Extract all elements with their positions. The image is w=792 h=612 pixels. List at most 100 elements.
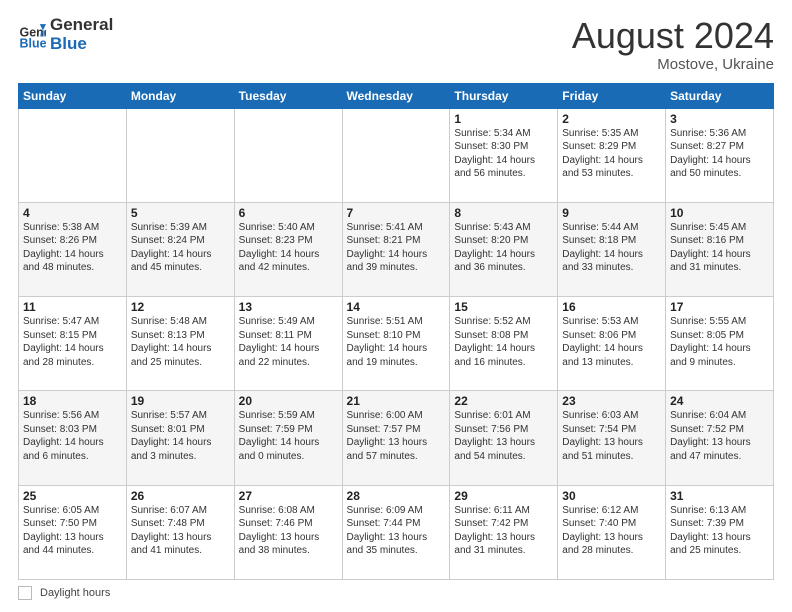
day-info: Sunrise: 5:39 AM Sunset: 8:24 PM Dayligh…	[131, 221, 230, 275]
week-row-5: 25Sunrise: 6:05 AM Sunset: 7:50 PM Dayli…	[19, 485, 774, 579]
day-info: Sunrise: 6:12 AM Sunset: 7:40 PM Dayligh…	[562, 504, 661, 558]
day-info: Sunrise: 6:11 AM Sunset: 7:42 PM Dayligh…	[454, 504, 553, 558]
calendar-cell: 24Sunrise: 6:04 AM Sunset: 7:52 PM Dayli…	[666, 391, 774, 485]
day-number: 9	[562, 206, 661, 220]
day-number: 1	[454, 112, 553, 126]
week-row-3: 11Sunrise: 5:47 AM Sunset: 8:15 PM Dayli…	[19, 297, 774, 391]
day-number: 29	[454, 489, 553, 503]
legend-box	[18, 586, 32, 600]
day-number: 7	[347, 206, 446, 220]
calendar-cell: 22Sunrise: 6:01 AM Sunset: 7:56 PM Dayli…	[450, 391, 558, 485]
day-number: 27	[239, 489, 338, 503]
day-number: 14	[347, 300, 446, 314]
calendar-cell: 28Sunrise: 6:09 AM Sunset: 7:44 PM Dayli…	[342, 485, 450, 579]
day-number: 30	[562, 489, 661, 503]
day-number: 31	[670, 489, 769, 503]
weekday-header-sunday: Sunday	[19, 83, 127, 108]
day-info: Sunrise: 5:49 AM Sunset: 8:11 PM Dayligh…	[239, 315, 338, 369]
calendar-table: SundayMondayTuesdayWednesdayThursdayFrid…	[18, 83, 774, 580]
day-info: Sunrise: 5:38 AM Sunset: 8:26 PM Dayligh…	[23, 221, 122, 275]
calendar-cell: 21Sunrise: 6:00 AM Sunset: 7:57 PM Dayli…	[342, 391, 450, 485]
day-number: 28	[347, 489, 446, 503]
calendar-cell: 18Sunrise: 5:56 AM Sunset: 8:03 PM Dayli…	[19, 391, 127, 485]
day-info: Sunrise: 5:57 AM Sunset: 8:01 PM Dayligh…	[131, 409, 230, 463]
location-subtitle: Mostove, Ukraine	[572, 56, 774, 73]
week-row-2: 4Sunrise: 5:38 AM Sunset: 8:26 PM Daylig…	[19, 202, 774, 296]
day-number: 4	[23, 206, 122, 220]
day-info: Sunrise: 6:05 AM Sunset: 7:50 PM Dayligh…	[23, 504, 122, 558]
calendar-cell	[234, 108, 342, 202]
day-info: Sunrise: 6:13 AM Sunset: 7:39 PM Dayligh…	[670, 504, 769, 558]
calendar-cell: 15Sunrise: 5:52 AM Sunset: 8:08 PM Dayli…	[450, 297, 558, 391]
weekday-header-wednesday: Wednesday	[342, 83, 450, 108]
calendar-cell: 30Sunrise: 6:12 AM Sunset: 7:40 PM Dayli…	[558, 485, 666, 579]
day-number: 16	[562, 300, 661, 314]
day-number: 3	[670, 112, 769, 126]
day-info: Sunrise: 5:43 AM Sunset: 8:20 PM Dayligh…	[454, 221, 553, 275]
calendar-cell: 29Sunrise: 6:11 AM Sunset: 7:42 PM Dayli…	[450, 485, 558, 579]
footer: Daylight hours	[18, 586, 774, 600]
header: General Blue General Blue August 2024 Mo…	[18, 16, 774, 73]
legend-label: Daylight hours	[40, 587, 110, 599]
day-number: 21	[347, 394, 446, 408]
calendar-cell: 13Sunrise: 5:49 AM Sunset: 8:11 PM Dayli…	[234, 297, 342, 391]
calendar-cell: 14Sunrise: 5:51 AM Sunset: 8:10 PM Dayli…	[342, 297, 450, 391]
svg-text:Blue: Blue	[20, 36, 46, 49]
week-row-1: 1Sunrise: 5:34 AM Sunset: 8:30 PM Daylig…	[19, 108, 774, 202]
day-info: Sunrise: 6:01 AM Sunset: 7:56 PM Dayligh…	[454, 409, 553, 463]
calendar-cell: 26Sunrise: 6:07 AM Sunset: 7:48 PM Dayli…	[126, 485, 234, 579]
day-info: Sunrise: 5:47 AM Sunset: 8:15 PM Dayligh…	[23, 315, 122, 369]
day-number: 20	[239, 394, 338, 408]
calendar-cell: 3Sunrise: 5:36 AM Sunset: 8:27 PM Daylig…	[666, 108, 774, 202]
day-info: Sunrise: 5:45 AM Sunset: 8:16 PM Dayligh…	[670, 221, 769, 275]
day-info: Sunrise: 6:07 AM Sunset: 7:48 PM Dayligh…	[131, 504, 230, 558]
day-info: Sunrise: 5:51 AM Sunset: 8:10 PM Dayligh…	[347, 315, 446, 369]
day-number: 18	[23, 394, 122, 408]
logo-general: General	[50, 16, 113, 35]
day-number: 11	[23, 300, 122, 314]
day-number: 8	[454, 206, 553, 220]
calendar-cell: 10Sunrise: 5:45 AM Sunset: 8:16 PM Dayli…	[666, 202, 774, 296]
calendar-cell: 27Sunrise: 6:08 AM Sunset: 7:46 PM Dayli…	[234, 485, 342, 579]
day-info: Sunrise: 5:48 AM Sunset: 8:13 PM Dayligh…	[131, 315, 230, 369]
day-number: 23	[562, 394, 661, 408]
day-info: Sunrise: 5:59 AM Sunset: 7:59 PM Dayligh…	[239, 409, 338, 463]
day-info: Sunrise: 6:03 AM Sunset: 7:54 PM Dayligh…	[562, 409, 661, 463]
logo-blue: Blue	[50, 35, 113, 54]
day-number: 22	[454, 394, 553, 408]
day-info: Sunrise: 6:09 AM Sunset: 7:44 PM Dayligh…	[347, 504, 446, 558]
weekday-header-saturday: Saturday	[666, 83, 774, 108]
month-title: August 2024	[572, 16, 774, 56]
calendar-cell: 11Sunrise: 5:47 AM Sunset: 8:15 PM Dayli…	[19, 297, 127, 391]
day-info: Sunrise: 6:04 AM Sunset: 7:52 PM Dayligh…	[670, 409, 769, 463]
calendar-cell: 23Sunrise: 6:03 AM Sunset: 7:54 PM Dayli…	[558, 391, 666, 485]
calendar-cell: 1Sunrise: 5:34 AM Sunset: 8:30 PM Daylig…	[450, 108, 558, 202]
day-number: 12	[131, 300, 230, 314]
logo-icon: General Blue	[18, 21, 46, 49]
weekday-header-row: SundayMondayTuesdayWednesdayThursdayFrid…	[19, 83, 774, 108]
day-number: 10	[670, 206, 769, 220]
day-number: 17	[670, 300, 769, 314]
day-info: Sunrise: 5:35 AM Sunset: 8:29 PM Dayligh…	[562, 127, 661, 181]
calendar-cell: 4Sunrise: 5:38 AM Sunset: 8:26 PM Daylig…	[19, 202, 127, 296]
calendar-cell	[126, 108, 234, 202]
day-info: Sunrise: 5:44 AM Sunset: 8:18 PM Dayligh…	[562, 221, 661, 275]
calendar-cell: 16Sunrise: 5:53 AM Sunset: 8:06 PM Dayli…	[558, 297, 666, 391]
day-number: 6	[239, 206, 338, 220]
calendar-cell: 12Sunrise: 5:48 AM Sunset: 8:13 PM Dayli…	[126, 297, 234, 391]
calendar-cell: 8Sunrise: 5:43 AM Sunset: 8:20 PM Daylig…	[450, 202, 558, 296]
page: General Blue General Blue August 2024 Mo…	[0, 0, 792, 612]
week-row-4: 18Sunrise: 5:56 AM Sunset: 8:03 PM Dayli…	[19, 391, 774, 485]
weekday-header-tuesday: Tuesday	[234, 83, 342, 108]
calendar-cell	[342, 108, 450, 202]
day-info: Sunrise: 5:56 AM Sunset: 8:03 PM Dayligh…	[23, 409, 122, 463]
weekday-header-thursday: Thursday	[450, 83, 558, 108]
calendar-cell	[19, 108, 127, 202]
day-number: 26	[131, 489, 230, 503]
calendar-cell: 19Sunrise: 5:57 AM Sunset: 8:01 PM Dayli…	[126, 391, 234, 485]
calendar-cell: 20Sunrise: 5:59 AM Sunset: 7:59 PM Dayli…	[234, 391, 342, 485]
day-number: 13	[239, 300, 338, 314]
logo: General Blue General Blue	[18, 16, 113, 53]
day-info: Sunrise: 5:36 AM Sunset: 8:27 PM Dayligh…	[670, 127, 769, 181]
calendar-cell: 5Sunrise: 5:39 AM Sunset: 8:24 PM Daylig…	[126, 202, 234, 296]
